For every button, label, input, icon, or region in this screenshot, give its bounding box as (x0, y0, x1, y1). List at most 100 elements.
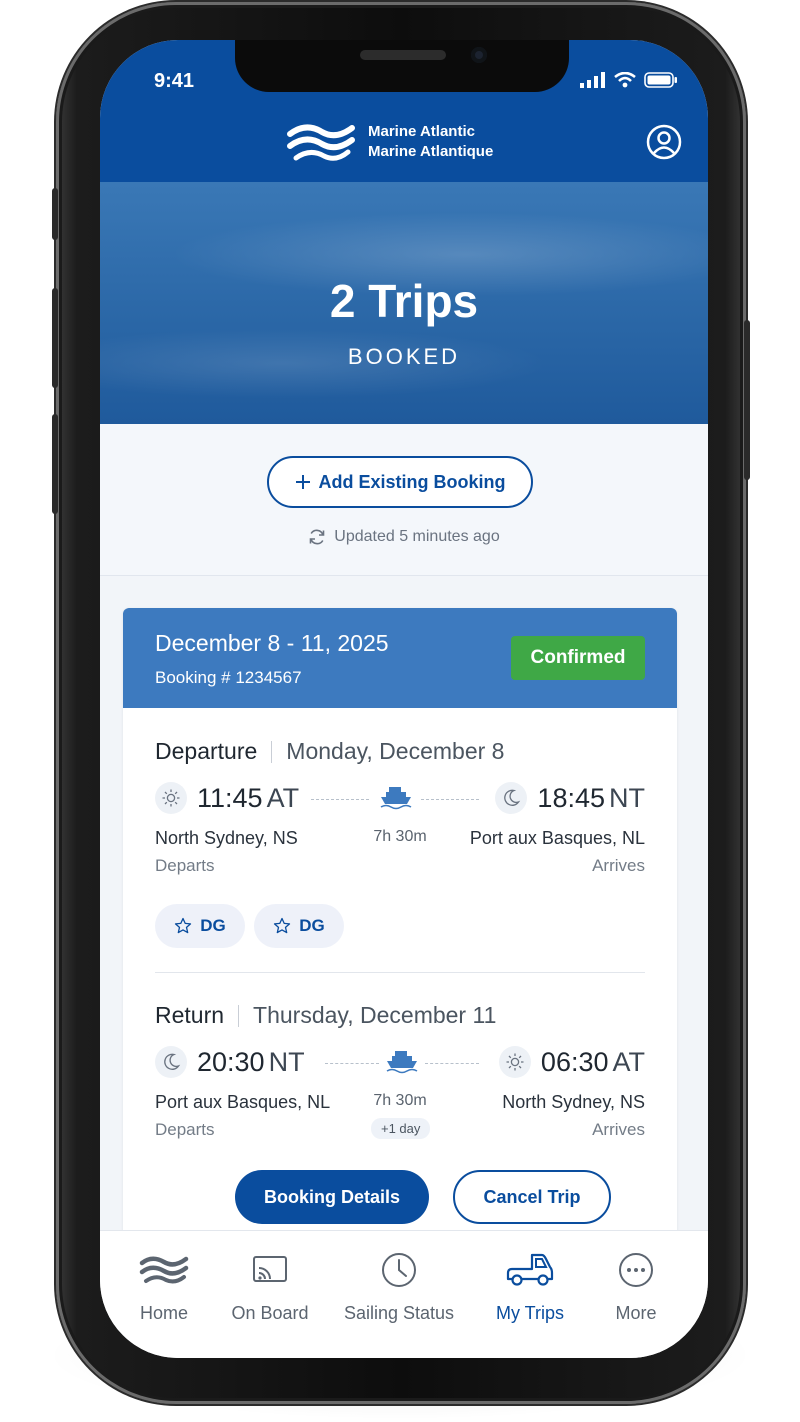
return-arrival-time: 06:30 (540, 1046, 609, 1077)
add-booking-section: Add Existing Booking Updated 5 minutes a… (100, 424, 708, 576)
moon-icon (155, 1046, 187, 1078)
plus-icon (295, 475, 310, 489)
tab-more-label: More (615, 1303, 657, 1323)
wifi-icon (614, 72, 636, 88)
trips-hero: 2 Trips BOOKED (100, 182, 708, 424)
logo-line-2: Marine Atlantique (368, 143, 494, 160)
return-start: 20:30 NT (155, 1046, 305, 1078)
status-time: 9:41 (154, 70, 195, 92)
return-departure-time: 20:30 (197, 1046, 265, 1077)
clock-icon (382, 1253, 416, 1287)
sun-icon (155, 782, 187, 814)
ship-icon (380, 787, 412, 810)
return-times: 20:30 NT 06:30 AT (155, 1046, 645, 1082)
departure-end: 18:45 NT (495, 782, 645, 814)
brand-logo[interactable]: Marine Atlantic Marine Atlantique (286, 120, 493, 164)
updated-text: Updated 5 minutes ago (334, 528, 500, 545)
trip-card: December 8 - 11, 2025 Booking # 1234567 … (123, 608, 677, 1258)
return-heading: Return Thursday, December 11 (155, 1002, 496, 1029)
arrives-label: Arrives (592, 1120, 645, 1139)
status-badge: Confirmed (511, 636, 645, 680)
power-button (744, 320, 750, 480)
moon-icon (495, 782, 528, 814)
route-line (325, 1063, 379, 1064)
return-departure-timezone: NT (268, 1046, 305, 1077)
bottom-tab-bar: Home On Board Sailing Status My Trips Mo… (100, 1230, 708, 1358)
return-title: Return (155, 1002, 225, 1028)
tab-sailing-status[interactable]: Sailing Status (326, 1249, 472, 1324)
add-booking-label: Add Existing Booking (318, 471, 506, 492)
departure-times: 11:45 AT 18:45 NT (155, 782, 645, 818)
heading-separator (238, 1004, 240, 1027)
departs-label: Departs (155, 856, 215, 875)
departure-heading: Departure Monday, December 8 (155, 738, 504, 765)
service-tag-label: DG (200, 916, 226, 935)
sun-icon (498, 1046, 531, 1078)
volume-up-button (52, 288, 58, 388)
add-existing-booking-button[interactable]: Add Existing Booking (267, 456, 533, 508)
logo-line-1: Marine Atlantic (368, 123, 475, 140)
trip-card-header: December 8 - 11, 2025 Booking # 1234567 … (123, 608, 677, 708)
booking-details-button[interactable]: Booking Details (235, 1170, 429, 1224)
mute-switch (52, 188, 58, 240)
heading-separator (271, 740, 273, 763)
departure-duration: 7h 30m (373, 828, 427, 845)
speaker (360, 50, 446, 60)
return-to-port: North Sydney, NS (502, 1092, 645, 1112)
leg-divider (155, 972, 645, 973)
truck-icon (506, 1253, 554, 1286)
updated-status: Updated 5 minutes ago (100, 528, 708, 546)
signal-icon (580, 72, 605, 88)
route-line (421, 799, 479, 800)
departure-title: Departure (155, 738, 258, 764)
return-from-port: Port aux Basques, NL (155, 1092, 331, 1112)
tab-on-board-label: On Board (231, 1303, 309, 1323)
ship-icon (386, 1051, 418, 1074)
booking-number: Booking # 1234567 (155, 668, 302, 687)
tab-home[interactable]: Home (104, 1249, 224, 1324)
waves-logo-icon (287, 124, 355, 161)
service-tag[interactable]: DG (155, 904, 245, 948)
tab-home-label: Home (139, 1303, 188, 1323)
tab-more[interactable]: More (576, 1249, 696, 1324)
route-line (311, 799, 369, 800)
volume-down-button (52, 414, 58, 514)
refresh-icon[interactable] (308, 528, 326, 546)
departure-timezone: AT (266, 782, 300, 813)
tab-sailing-status-label: Sailing Status (343, 1303, 455, 1323)
tab-my-trips-label: My Trips (495, 1303, 564, 1323)
waves-icon (139, 1256, 189, 1284)
star-icon (175, 917, 192, 934)
departure-start: 11:45 AT (155, 782, 299, 814)
trips-subtitle: BOOKED (347, 344, 461, 369)
star-icon (274, 917, 291, 934)
profile-icon[interactable] (646, 124, 682, 160)
status-icons (580, 72, 678, 88)
notch (235, 40, 569, 92)
cast-icon (253, 1256, 287, 1282)
front-camera (471, 47, 487, 63)
trips-count: 2 Trips (329, 275, 479, 327)
arrival-time: 18:45 (537, 782, 605, 813)
departure-from-port: North Sydney, NS (155, 828, 298, 848)
departure-to-port: Port aux Basques, NL (469, 828, 645, 848)
cancel-trip-button[interactable]: Cancel Trip (453, 1170, 611, 1224)
return-duration: 7h 30m (373, 1092, 427, 1109)
departure-day: Monday, December 8 (286, 738, 505, 764)
arrival-timezone: NT (609, 782, 645, 813)
service-tag[interactable]: DG (254, 904, 344, 948)
battery-icon (644, 72, 677, 88)
more-icon (619, 1253, 653, 1287)
trip-date-range: December 8 - 11, 2025 (155, 630, 389, 656)
app-screen: 9:41 Marine Atlantic Marine Atlantique 2… (100, 40, 708, 1358)
tab-my-trips[interactable]: My Trips (470, 1249, 590, 1324)
return-end: 06:30 AT (498, 1046, 646, 1078)
tab-on-board[interactable]: On Board (210, 1249, 330, 1324)
departs-label: Departs (155, 1120, 215, 1139)
route-line (425, 1063, 479, 1064)
departure-time: 11:45 (197, 782, 263, 813)
return-day: Thursday, December 11 (253, 1002, 497, 1028)
return-arrival-timezone: AT (612, 1046, 646, 1077)
next-day-badge: +1 day (371, 1118, 431, 1139)
arrives-label: Arrives (592, 856, 645, 875)
